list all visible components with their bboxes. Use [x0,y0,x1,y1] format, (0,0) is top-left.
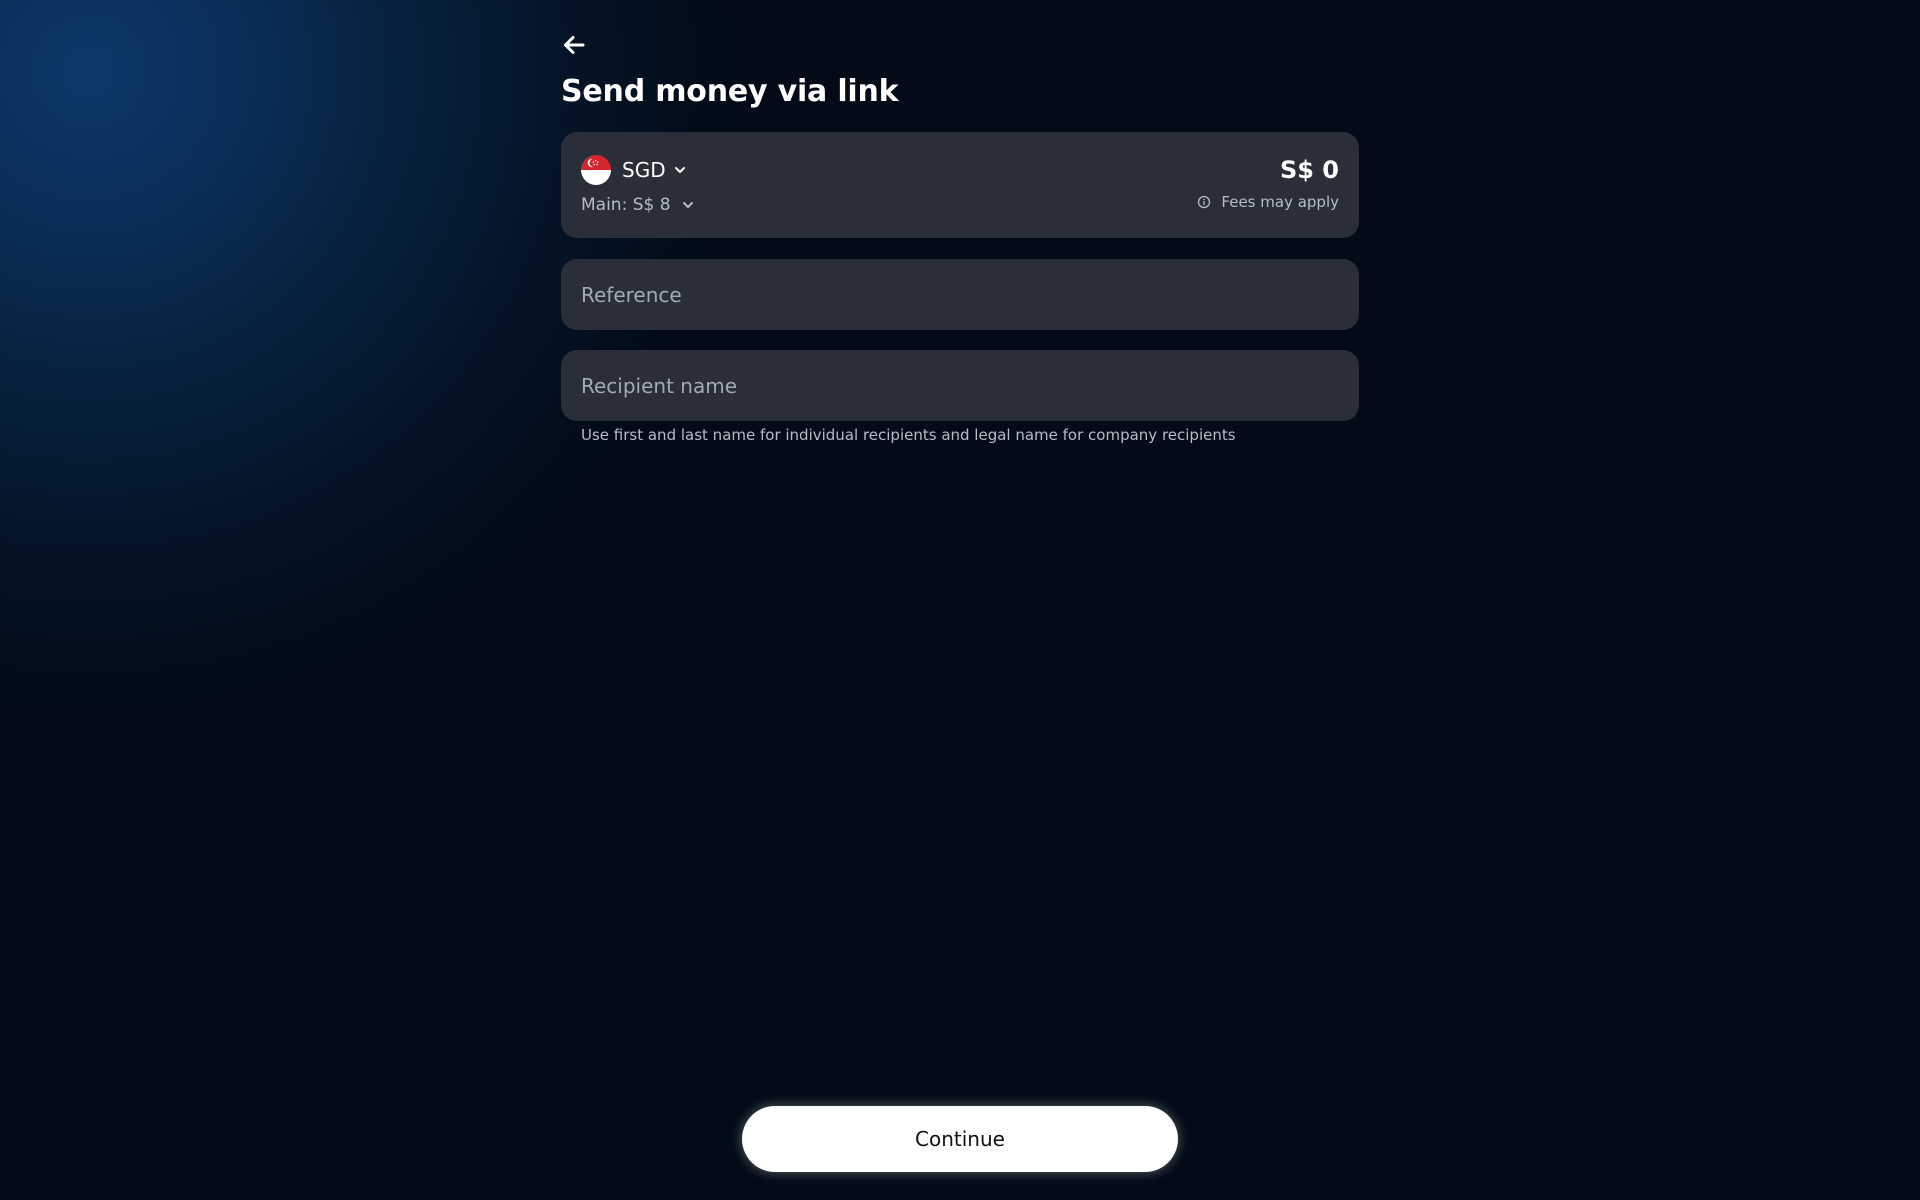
amount-input[interactable]: S$ 0 [1280,154,1339,186]
continue-button[interactable]: Continue [742,1106,1178,1172]
currency-selector[interactable]: SGD [581,154,687,186]
reference-input[interactable] [561,259,1359,330]
balance-selector[interactable]: Main: S$ 8 [581,192,695,218]
balance-label: Main: S$ 8 [581,195,671,215]
recipient-name-input[interactable] [561,350,1359,421]
info-icon [1198,195,1211,209]
arrow-left-icon [564,36,585,54]
chevron-down-icon [674,167,685,173]
recipient-name-hint: Use first and last name for individual r… [581,426,1236,444]
page-title: Send money via link [561,74,899,109]
fees-label: Fees may apply [1221,193,1339,211]
fees-info[interactable]: Fees may apply [1197,192,1339,212]
currency-code: SGD [622,158,666,182]
amount-card: SGD S$ 0 Fees may apply [561,132,1359,238]
send-money-container: Send money via link SGD S$ 0 Fees may ap… [561,0,1359,1200]
singapore-flag-icon [581,155,611,185]
back-button[interactable] [561,32,587,58]
chevron-down-icon [682,202,693,208]
